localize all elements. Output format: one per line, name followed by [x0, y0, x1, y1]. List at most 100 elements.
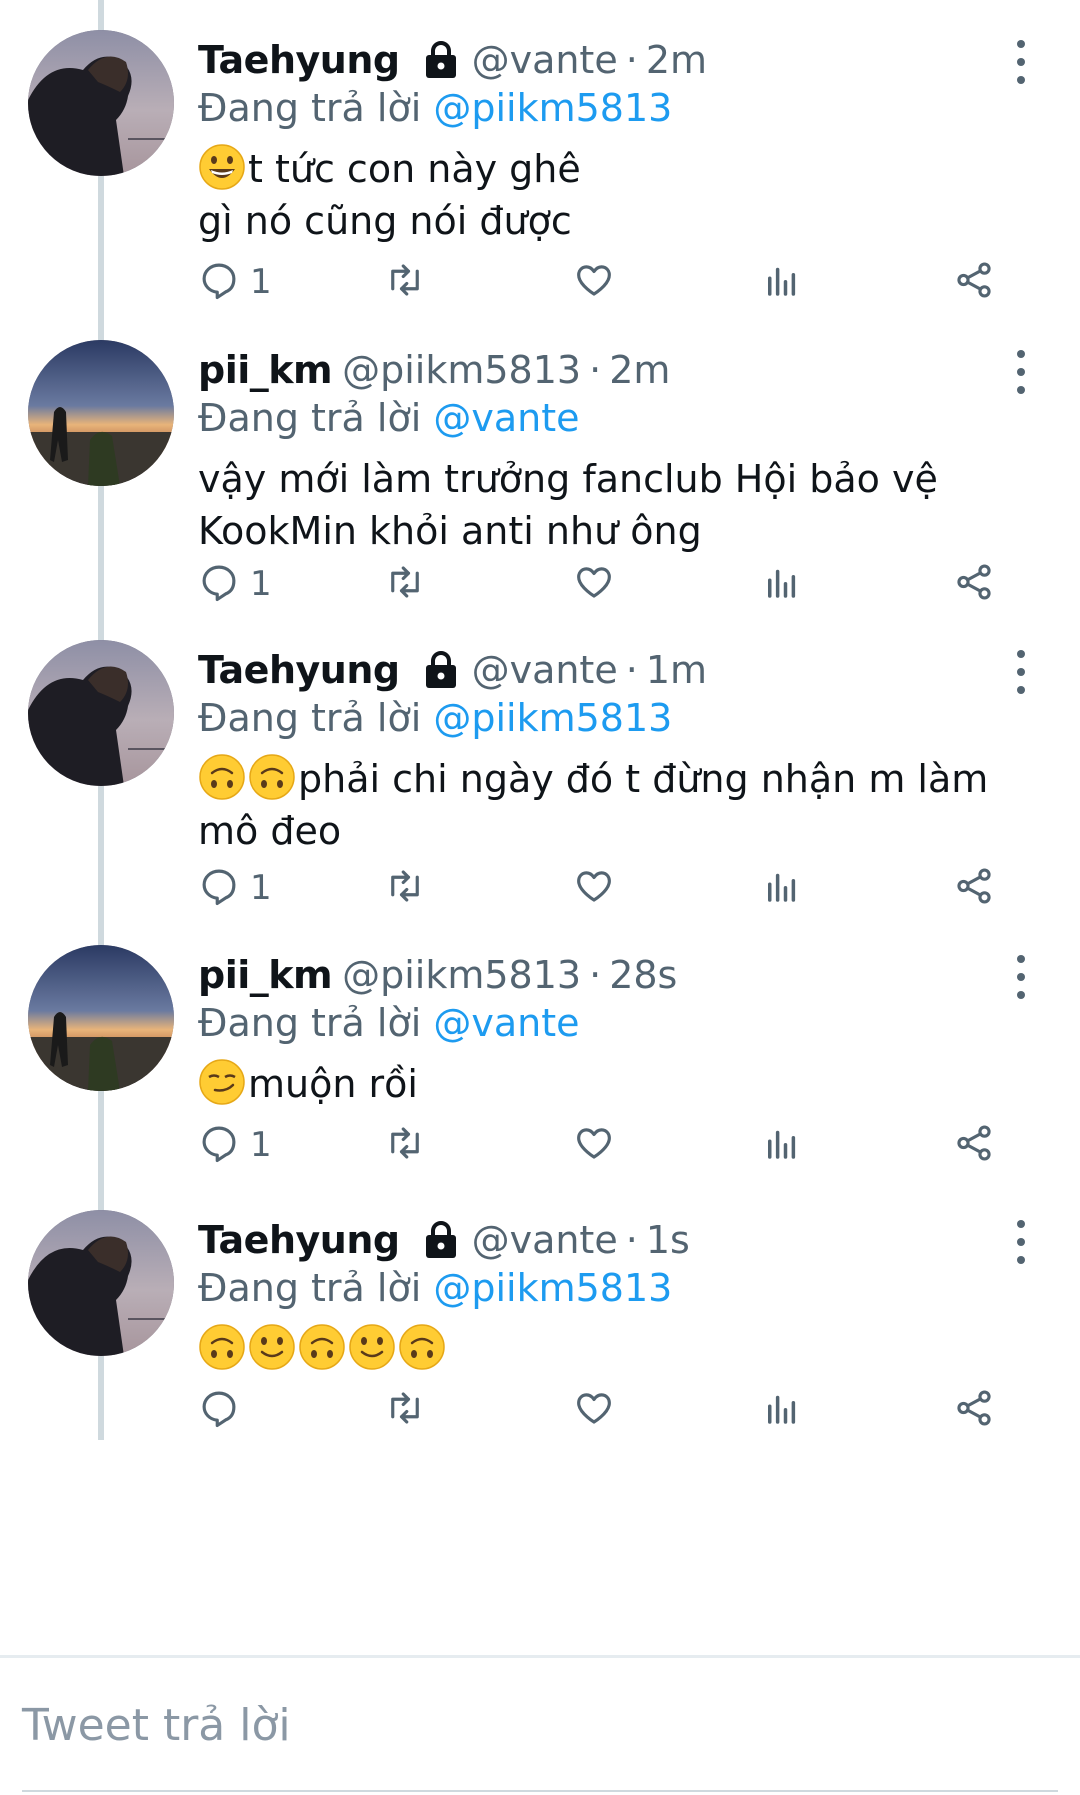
like-button[interactable] — [573, 1120, 615, 1170]
avatar[interactable] — [28, 30, 174, 176]
separator-dot: · — [589, 348, 602, 392]
reply-icon — [198, 865, 240, 911]
reply-prefix: Đang trả lời — [198, 1001, 422, 1045]
like-icon — [573, 561, 615, 607]
like-icon — [573, 1122, 615, 1168]
tweet-text-content: vậy mới làm trưởng fanclub Hội bảo vệ Ko… — [198, 457, 938, 553]
share-icon — [953, 865, 995, 911]
reply-context: Đang trả lời @piikm5813 — [198, 86, 672, 130]
lock-icon — [422, 650, 460, 690]
timestamp[interactable]: 2m — [646, 38, 707, 82]
share-button[interactable] — [953, 559, 995, 609]
reply-button[interactable]: 1 — [198, 1120, 272, 1170]
share-button[interactable] — [953, 257, 995, 307]
tweet[interactable]: pii_km @piikm5813 · 28s Đang trả lời @va… — [0, 945, 1080, 1245]
avatar[interactable] — [28, 340, 174, 486]
retweet-icon — [384, 561, 426, 607]
reply-button[interactable] — [198, 1385, 250, 1435]
share-button[interactable] — [953, 863, 995, 913]
timestamp[interactable]: 1s — [646, 1218, 690, 1262]
tweet[interactable]: Taehyung @vante · 2m Đang trả lời @piikm… — [0, 30, 1080, 330]
user-handle[interactable]: @vante — [472, 1218, 618, 1262]
reply-icon — [198, 1122, 240, 1168]
share-button[interactable] — [953, 1385, 995, 1435]
tweet-text — [198, 1323, 1018, 1375]
separator-dot: · — [589, 953, 602, 997]
reply-mention-link[interactable]: @piikm5813 — [433, 696, 672, 740]
emoji-grinning-icon — [198, 144, 248, 191]
display-name[interactable]: pii_km — [198, 348, 333, 392]
lock-icon — [422, 1220, 460, 1260]
avatar[interactable] — [28, 640, 174, 786]
retweet-button[interactable] — [384, 1385, 426, 1435]
analytics-button[interactable] — [761, 1385, 803, 1435]
tweet-text-content: t tức con này ghê gì nó cũng nói được — [198, 147, 581, 243]
reply-mention-link[interactable]: @vante — [433, 1001, 579, 1045]
timestamp[interactable]: 2m — [609, 348, 670, 392]
retweet-button[interactable] — [384, 257, 426, 307]
reply-mention-link[interactable]: @vante — [433, 396, 579, 440]
tweet-actions: 1 — [198, 1120, 1038, 1170]
display-name[interactable]: Taehyung — [198, 648, 400, 692]
reply-prefix: Đang trả lời — [198, 396, 422, 440]
tweet-actions — [198, 1385, 1038, 1435]
share-icon — [953, 259, 995, 305]
like-button[interactable] — [573, 1385, 615, 1435]
share-button[interactable] — [953, 1120, 995, 1170]
display-name[interactable]: Taehyung — [198, 1218, 400, 1262]
more-icon[interactable] — [1006, 955, 1036, 999]
user-handle[interactable]: @vante — [472, 38, 618, 82]
retweet-icon — [384, 1387, 426, 1433]
retweet-button[interactable] — [384, 1120, 426, 1170]
avatar[interactable] — [28, 1210, 174, 1356]
reply-button[interactable]: 1 — [198, 257, 272, 307]
reply-icon — [198, 259, 240, 305]
emoji-slight-smile-icon — [348, 1324, 398, 1371]
reply-count: 1 — [250, 262, 272, 302]
more-icon[interactable] — [1006, 1220, 1036, 1264]
user-handle[interactable]: @piikm5813 — [342, 348, 581, 392]
tweet-text: vậy mới làm trưởng fanclub Hội bảo vệ Ko… — [198, 453, 1018, 557]
reply-mention-link[interactable]: @piikm5813 — [433, 86, 672, 130]
reply-count: 1 — [250, 868, 272, 908]
reply-context: Đang trả lời @vante — [198, 396, 580, 440]
share-icon — [953, 561, 995, 607]
tweet[interactable]: Taehyung @vante · 1m Đang trả lời @piikm… — [0, 640, 1080, 940]
timestamp[interactable]: 28s — [609, 953, 677, 997]
reply-button[interactable]: 1 — [198, 559, 272, 609]
user-handle[interactable]: @vante — [472, 648, 618, 692]
reply-button[interactable]: 1 — [198, 863, 272, 913]
reply-mention-link[interactable]: @piikm5813 — [433, 1266, 672, 1310]
reply-icon — [198, 561, 240, 607]
analytics-button[interactable] — [761, 1120, 803, 1170]
display-name[interactable]: pii_km — [198, 953, 333, 997]
like-button[interactable] — [573, 559, 615, 609]
avatar[interactable] — [28, 945, 174, 1091]
separator-dot: · — [625, 648, 638, 692]
tweet-text-content: phải chi ngày đó t đừng nhận m làm mô đe… — [198, 757, 989, 853]
like-button[interactable] — [573, 257, 615, 307]
more-icon[interactable] — [1006, 650, 1036, 694]
more-icon[interactable] — [1006, 40, 1036, 84]
like-icon — [573, 1387, 615, 1433]
timestamp[interactable]: 1m — [646, 648, 707, 692]
tweet[interactable]: pii_km @piikm5813 · 2m Đang trả lời @van… — [0, 340, 1080, 640]
share-icon — [953, 1387, 995, 1433]
tweet-text: t tức con này ghê gì nó cũng nói được — [198, 143, 1018, 247]
analytics-button[interactable] — [761, 559, 803, 609]
analytics-button[interactable] — [761, 863, 803, 913]
display-name[interactable]: Taehyung — [198, 38, 400, 82]
retweet-button[interactable] — [384, 559, 426, 609]
emoji-upside-down-icon — [248, 754, 298, 801]
tweet[interactable]: Taehyung @vante · 1s Đang trả lời @piikm… — [0, 1210, 1080, 1510]
reply-context: Đang trả lời @piikm5813 — [198, 1266, 672, 1310]
analytics-icon — [761, 561, 803, 607]
user-handle[interactable]: @piikm5813 — [342, 953, 581, 997]
reply-composer-input[interactable]: Tweet trả lời — [22, 1700, 291, 1751]
like-button[interactable] — [573, 863, 615, 913]
analytics-icon — [761, 1387, 803, 1433]
more-icon[interactable] — [1006, 350, 1036, 394]
like-icon — [573, 259, 615, 305]
retweet-button[interactable] — [384, 863, 426, 913]
analytics-button[interactable] — [761, 257, 803, 307]
